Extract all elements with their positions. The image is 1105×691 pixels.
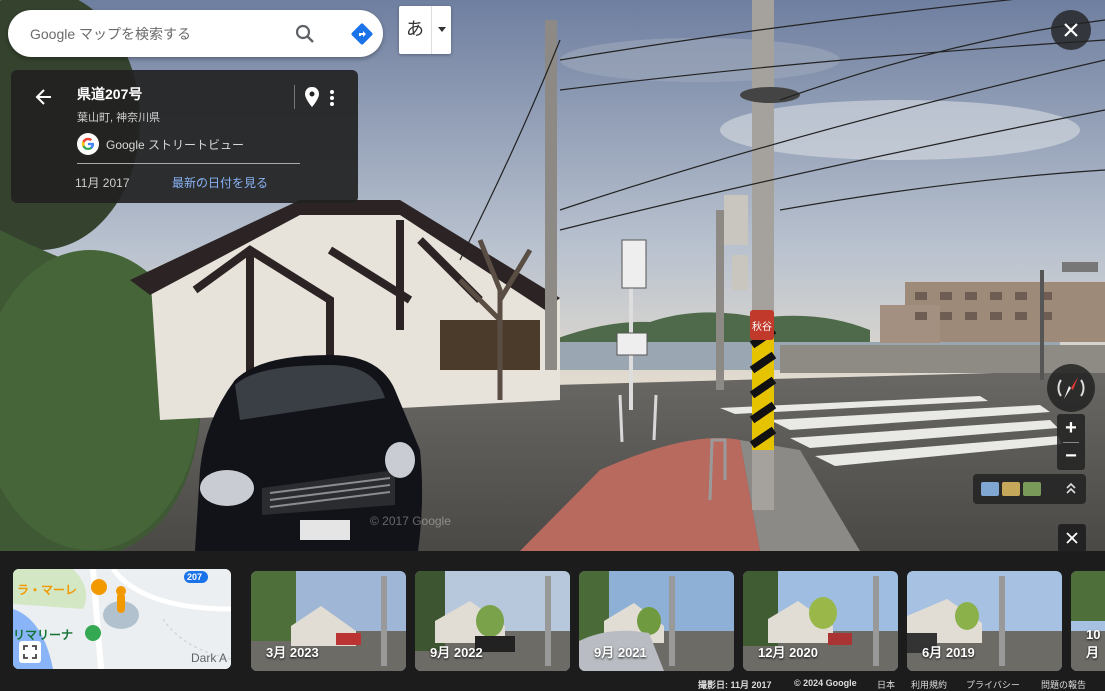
more-options-icon[interactable] (325, 87, 339, 109)
directions-icon[interactable] (350, 22, 374, 46)
capture-date-footer: 撮影日: 11月 2017 (698, 680, 772, 690)
mini-map[interactable]: ラ・マーレ リマリーナ Dark A 207 (13, 569, 231, 669)
back-arrow-icon[interactable] (33, 86, 55, 108)
see-latest-date-link[interactable]: 最新の日付を見る (172, 174, 268, 191)
thumbnail-date: 9月 2022 (430, 645, 483, 660)
close-icon (1064, 23, 1078, 37)
compass-icon (1057, 377, 1085, 399)
zoom-in-button[interactable]: + (1057, 414, 1085, 442)
location-subtitle: 葉山町, 神奈川県 (77, 112, 161, 124)
expand-map-button[interactable] (19, 641, 41, 663)
close-timeline-button[interactable] (1058, 524, 1086, 552)
timeline-thumbnail[interactable]: 10月 (1071, 571, 1105, 671)
fullscreen-icon (23, 645, 37, 659)
report-problem-link[interactable]: 問題の報告 (1041, 678, 1086, 691)
street-view-app: 秋谷 © 2017 Google Google マップを検索する あ 県道207… (0, 0, 1105, 691)
compass-button[interactable] (1047, 364, 1095, 412)
card-divider-line (77, 163, 300, 164)
close-street-view-button[interactable] (1051, 10, 1091, 50)
timeline-thumbnail[interactable]: 9月 2021 (579, 571, 734, 671)
timeline-filmstrip: ラ・マーレ リマリーナ Dark A 207 3月 2023 9月 2022 9… (0, 551, 1105, 676)
search-box (8, 10, 383, 57)
input-method-selector[interactable]: あ (399, 6, 451, 54)
layer-thumbnail[interactable] (1002, 482, 1020, 496)
close-icon (1066, 532, 1078, 544)
layer-thumbnail[interactable] (1023, 482, 1041, 496)
footer-bar: 撮影日: 11月 2017 © 2024 Google 日本 利用規約 プライバ… (0, 676, 1105, 691)
pole-sign-text: 秋谷 (752, 320, 772, 333)
privacy-link[interactable]: プライバシー (966, 678, 1020, 691)
route-badge: 207 (187, 572, 203, 582)
ime-char[interactable]: あ (399, 6, 431, 54)
thumbnail-date: 3月 2023 (266, 645, 319, 660)
card-divider (294, 85, 295, 109)
timeline-thumbnail[interactable]: 12月 2020 (743, 571, 898, 671)
google-logo-icon (77, 133, 99, 155)
location-info-card: 県道207号 葉山町, 神奈川県 Google ストリートビュー 11月 201… (11, 70, 358, 203)
chevron-up-icon[interactable] (1063, 480, 1079, 498)
thumbnail-date: 12月 2020 (758, 645, 818, 660)
thumbnail-date: 10月 (1086, 627, 1101, 660)
zoom-control: + − (1057, 414, 1085, 470)
terms-link[interactable]: 利用規約 (911, 678, 947, 691)
timeline-thumbnail[interactable]: 3月 2023 (251, 571, 406, 671)
copyright-text: © 2024 Google (794, 678, 857, 688)
thumbnail-date: 6月 2019 (922, 645, 975, 660)
map-label: ラ・マーレ (17, 583, 78, 597)
search-icon[interactable] (293, 22, 317, 46)
thumbnail-date: 9月 2021 (594, 645, 647, 660)
timeline-thumbnail[interactable]: 9月 2022 (415, 571, 570, 671)
zoom-separator (1063, 442, 1079, 443)
country-label[interactable]: 日本 (877, 678, 895, 691)
map-pin-icon[interactable] (303, 86, 321, 108)
source-label: Google ストリートビュー (106, 138, 245, 152)
map-label: Dark A (191, 651, 228, 665)
capture-date: 11月 2017 (75, 176, 130, 190)
scene-watermark: © 2017 Google (370, 514, 451, 528)
search-input[interactable] (30, 20, 290, 47)
timeline-thumbnail[interactable]: 6月 2019 (907, 571, 1062, 671)
layer-thumbnail[interactable] (981, 482, 999, 496)
location-title: 県道207号 (77, 86, 143, 102)
layer-switcher[interactable] (973, 474, 1086, 504)
zoom-out-button[interactable]: − (1057, 442, 1085, 470)
caret-down-icon[interactable] (432, 6, 451, 54)
